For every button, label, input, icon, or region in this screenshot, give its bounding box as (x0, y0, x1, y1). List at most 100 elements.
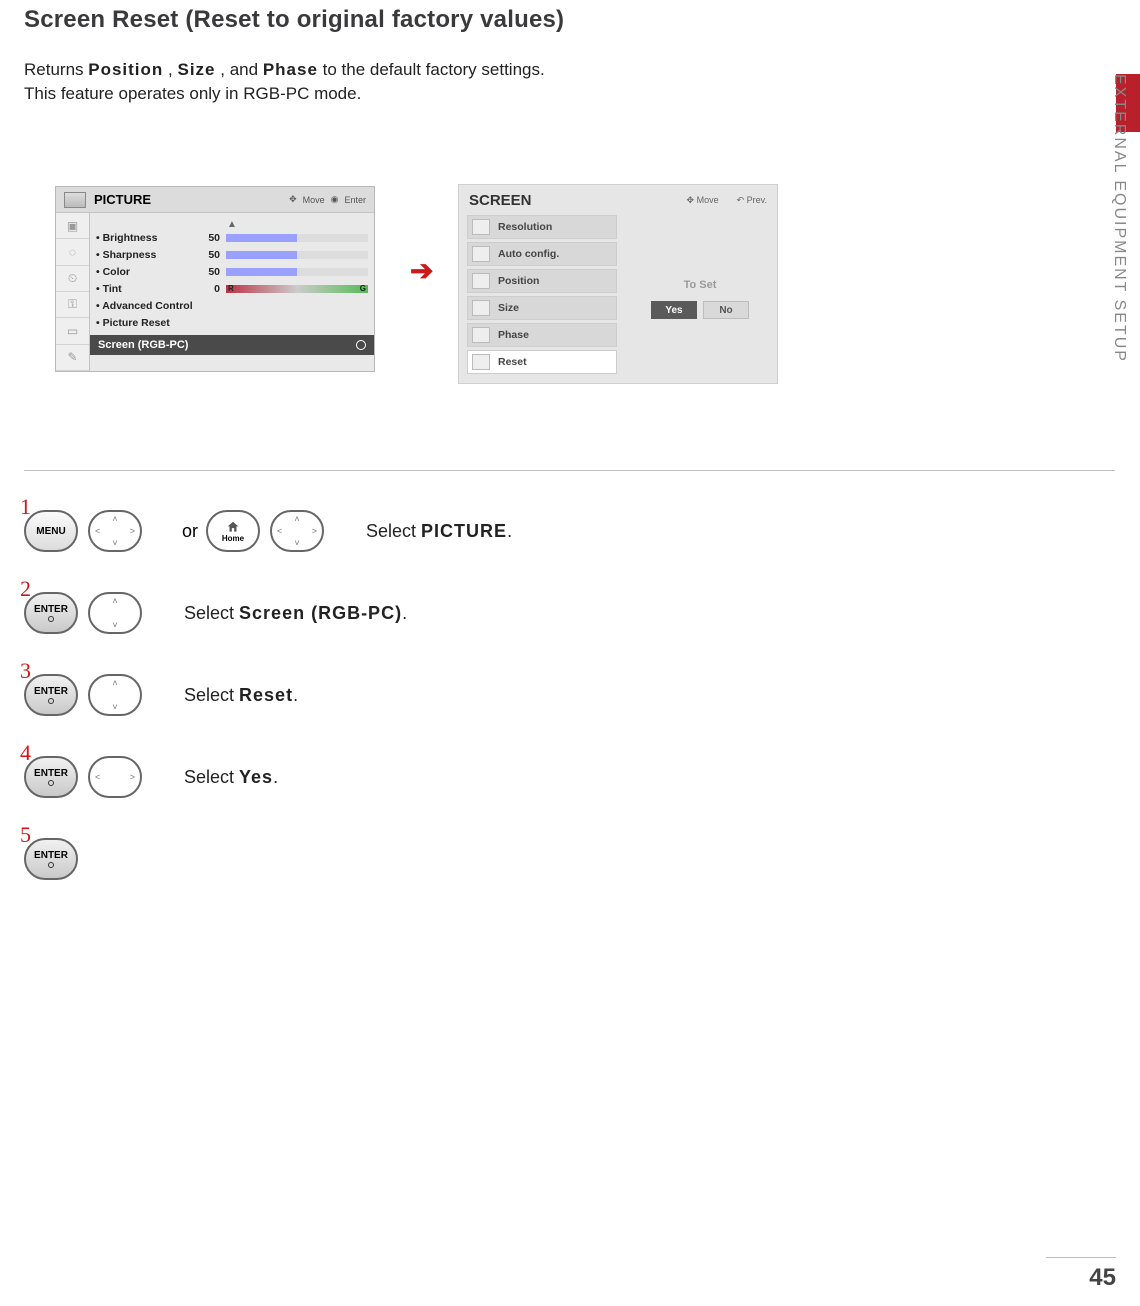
remote-navpad-updown[interactable]: ˄˅˂˃ (88, 592, 142, 634)
screen-item-resolution[interactable]: Resolution (467, 215, 617, 239)
hint-prev: Prev. (747, 195, 767, 205)
screen-panel-header: SCREEN ✥ Move ↶ Prev. (459, 185, 777, 215)
cat-icon: ⏲ (56, 266, 89, 292)
txt-post: . (293, 685, 298, 705)
item-icon (472, 246, 490, 262)
cat-icon: ◌ (56, 239, 89, 265)
step-number: 1 (20, 494, 31, 520)
step-text: Select PICTURE. (366, 521, 512, 542)
screen-item-autoconfig[interactable]: Auto config. (467, 242, 617, 266)
item-icon (472, 327, 490, 343)
enter-dot-icon (48, 862, 54, 868)
item-icon (472, 273, 490, 289)
hint-enter: Enter (344, 195, 366, 205)
enter-label: ENTER (34, 768, 68, 779)
cat-icon: ▭ (56, 318, 89, 344)
screen-item-position[interactable]: Position (467, 269, 617, 293)
item-bar (226, 234, 368, 242)
picture-item-sharpness[interactable]: • Sharpness 50 (96, 246, 368, 263)
osd-picture-panel: PICTURE ✥ Move ◉ Enter ▣ ◌ ⏲ ⚿ ▭ ✎ ▲ • B… (55, 186, 375, 372)
enter-dot-icon (48, 780, 54, 786)
remote-menu-button[interactable]: MENU (24, 510, 78, 552)
picture-item-brightness[interactable]: • Brightness 50 (96, 229, 368, 246)
page-number: 45 (1089, 1264, 1116, 1292)
confirm-yes-button[interactable]: Yes (651, 301, 697, 319)
step-text: Select Reset. (184, 685, 298, 706)
enter-label: ENTER (34, 686, 68, 697)
sub-pre: Returns (24, 60, 88, 79)
item-icon (472, 300, 490, 316)
item-label: Reset (498, 356, 527, 368)
arrow-right-icon: ➔ (410, 254, 433, 287)
sub-word-size: Size (178, 60, 216, 79)
picture-item-advanced-control[interactable]: • Advanced Control (96, 297, 368, 314)
step-number: 4 (20, 740, 31, 766)
item-bar-tint: R G (226, 285, 368, 293)
home-icon (226, 520, 240, 534)
item-value: 50 (196, 249, 220, 261)
item-bar (226, 268, 368, 276)
txt-pre: Select (184, 685, 239, 705)
hint-move: Move (303, 195, 325, 205)
txt-post: . (273, 767, 278, 787)
txt-post: . (507, 521, 512, 541)
remote-navpad-leftright[interactable]: ˄˅˂˃ (88, 756, 142, 798)
txt-bold: Reset (239, 685, 293, 705)
txt-pre: Select (366, 521, 421, 541)
picture-item-color[interactable]: • Color 50 (96, 263, 368, 280)
remote-navpad-updown[interactable]: ˄˅˂˃ (88, 674, 142, 716)
txt-bold: Screen (RGB-PC) (239, 603, 402, 623)
enter-label: ENTER (34, 850, 68, 861)
remote-navpad-4way[interactable]: ˄˅˂˃ (88, 510, 142, 552)
page-title: Screen Reset (Reset to original factory … (24, 6, 564, 34)
item-label: • Brightness (96, 232, 196, 244)
item-label: Phase (498, 329, 529, 341)
remote-enter-button[interactable]: ENTER (24, 674, 78, 716)
item-label: Resolution (498, 221, 552, 233)
picture-panel-category-icons: ▣ ◌ ⏲ ⚿ ▭ ✎ (56, 213, 90, 371)
picture-item-picture-reset[interactable]: • Picture Reset (96, 314, 368, 331)
picture-item-tint[interactable]: • Tint 0 R G (96, 280, 368, 297)
remote-home-button[interactable]: Home (206, 510, 260, 552)
item-label: • Picture Reset (96, 317, 196, 329)
picture-item-screen-rgbpc-selected[interactable]: Screen (RGB-PC) (90, 335, 374, 355)
step-number: 3 (20, 658, 31, 684)
remote-enter-button[interactable]: ENTER (24, 838, 78, 880)
enter-dot-icon (48, 698, 54, 704)
enter-indicator-icon (356, 340, 366, 350)
item-icon (472, 219, 490, 235)
sub-word-position: Position (88, 60, 163, 79)
section-side-label: EXTERNAL EQUIPMENT SETUP (1110, 74, 1128, 363)
remote-navpad-4way[interactable]: ˄˅˂˃ (270, 510, 324, 552)
tint-g-label: G (360, 284, 366, 293)
step-1: 1 MENU ˄˅˂˃ or Home ˄˅˂˃ Select PICTURE. (24, 500, 1100, 562)
hint-group: ↶ Prev. (737, 195, 767, 206)
or-text: or (182, 521, 198, 542)
remote-enter-button[interactable]: ENTER (24, 592, 78, 634)
dpad-icon: ✥ (289, 194, 297, 205)
sub-sep2: , and (220, 60, 263, 79)
item-label: • Color (96, 266, 196, 278)
screen-item-phase[interactable]: Phase (467, 323, 617, 347)
screen-item-reset-selected[interactable]: Reset (467, 350, 617, 374)
cat-icon: ⚿ (56, 292, 89, 318)
sub-suffix: to the default factory settings. (323, 60, 545, 79)
txt-pre: Select (184, 603, 239, 623)
item-icon (472, 354, 490, 370)
enter-dot-icon (48, 616, 54, 622)
sub-sep1: , (168, 60, 177, 79)
item-label: • Tint (96, 283, 196, 295)
remote-enter-button[interactable]: ENTER (24, 756, 78, 798)
step-text: Select Screen (RGB-PC). (184, 603, 407, 624)
step-2: 2 ENTER ˄˅˂˃ Select Screen (RGB-PC). (24, 582, 1100, 644)
confirm-no-button[interactable]: No (703, 301, 749, 319)
osd-screen-panel: SCREEN ✥ Move ↶ Prev. Resolution Auto co… (458, 184, 778, 384)
cat-icon: ▣ (56, 213, 89, 239)
txt-bold: Yes (239, 767, 273, 787)
screen-item-size[interactable]: Size (467, 296, 617, 320)
to-set-label: To Set (684, 279, 717, 291)
step-text: Select Yes. (184, 767, 278, 788)
tint-r-label: R (228, 284, 234, 293)
section-divider (24, 470, 1115, 471)
item-value: 50 (196, 266, 220, 278)
